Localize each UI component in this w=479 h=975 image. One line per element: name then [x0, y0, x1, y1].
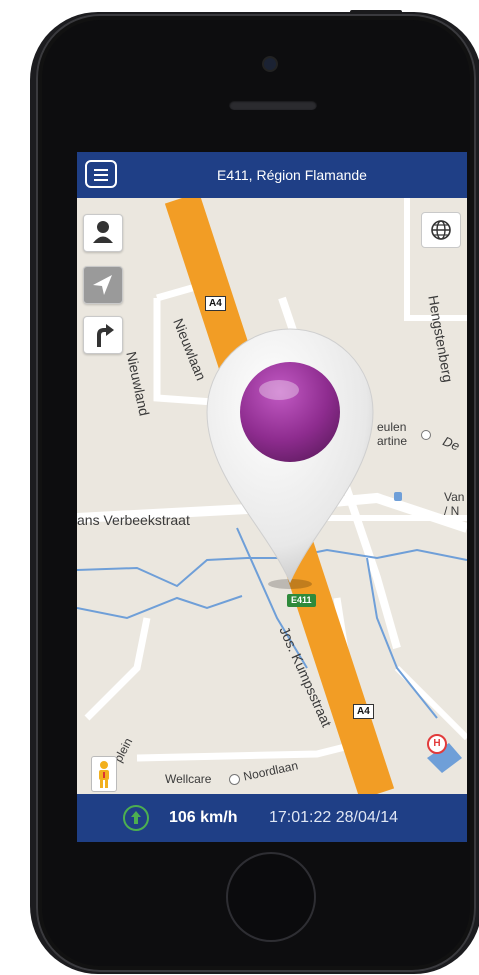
street-view-pegman[interactable]: [91, 756, 117, 792]
road-shield-a4: A4: [353, 704, 374, 719]
navigate-button[interactable]: [83, 266, 123, 304]
current-position-pin: [195, 316, 385, 592]
menu-button[interactable]: [85, 160, 117, 188]
road-shield-e411: E411: [287, 594, 316, 607]
hospital-icon: H: [427, 734, 447, 754]
poi-marker-icon: [421, 430, 431, 440]
front-camera: [264, 58, 276, 70]
navigation-arrow-icon: [93, 275, 112, 295]
globe-icon: [431, 220, 451, 240]
road-shield-a4: A4: [205, 296, 226, 311]
person-icon: [93, 221, 113, 243]
speed-up-arrow-icon: [123, 805, 149, 831]
poi-label-van: Van: [444, 490, 465, 504]
poi-marker-icon: [229, 774, 240, 785]
top-bar: E411, Région Flamande: [77, 152, 467, 198]
menu-icon: [94, 169, 108, 171]
bus-stop-icon: [394, 492, 402, 501]
menu-icon-line: [94, 174, 108, 176]
app-screen: E411, Région Flamande Nieuwland Nieuwlaa…: [77, 152, 467, 842]
poi-label-n: / N: [444, 504, 460, 518]
arrow-up-icon: [131, 811, 141, 824]
location-title: E411, Région Flamande: [217, 167, 367, 183]
current-speed: 106 km/h: [169, 809, 238, 826]
location-pin-icon: [206, 328, 374, 589]
menu-icon-line: [94, 179, 108, 181]
timestamp: 17:01:22 28/04/14: [269, 809, 399, 826]
street-label-verbeekstraat: ans Verbeekstraat: [77, 512, 190, 528]
directions-button[interactable]: [83, 316, 123, 354]
map-view[interactable]: Nieuwland Nieuwlaan Hengstenberg eulen a…: [77, 198, 467, 794]
home-button[interactable]: [226, 852, 316, 942]
map-layers-button[interactable]: [421, 212, 461, 248]
turn-right-icon: [97, 324, 114, 347]
poi-label-wellcare: Wellcare: [165, 772, 212, 786]
earpiece-speaker: [229, 100, 317, 110]
user-location-button[interactable]: [83, 214, 123, 252]
pegman-icon: [99, 761, 109, 788]
status-bar-bottom: 106 km/h 17:01:22 28/04/14: [77, 794, 467, 842]
